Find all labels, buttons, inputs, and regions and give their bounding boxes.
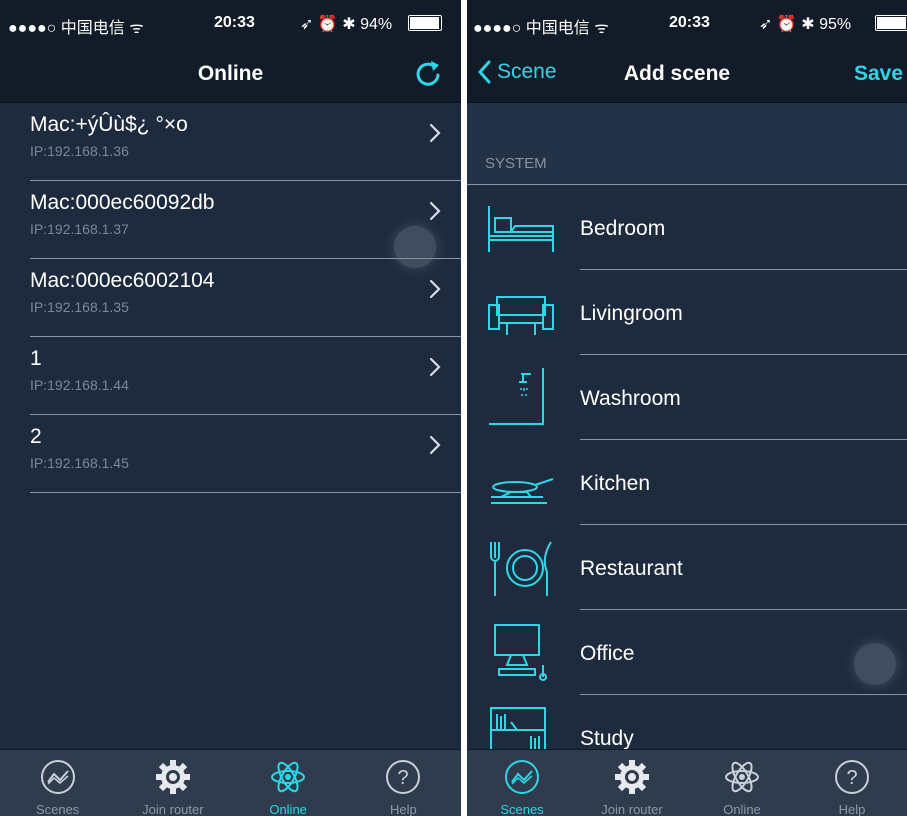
help-icon: ? <box>833 758 871 796</box>
scene-row[interactable]: Restaurant <box>467 525 907 610</box>
carrier-signal: ●●●●○ 中国电信 ᯤ <box>8 20 144 37</box>
tab-label: Join router <box>601 802 663 816</box>
device-ip: IP:192.168.1.36 <box>30 143 129 159</box>
scene-row[interactable]: Office <box>467 610 907 695</box>
scene-name: Office <box>580 642 635 665</box>
tab-help[interactable]: ? Help <box>348 750 458 816</box>
scene-row[interactable]: Kitchen <box>467 440 907 525</box>
scene-name: Study <box>580 727 634 750</box>
help-icon: ? <box>384 758 422 796</box>
device-name: Mac:000ec6002104 <box>30 269 215 292</box>
tab-label: Help <box>838 802 866 816</box>
atom-icon <box>723 758 761 796</box>
scene-name: Kitchen <box>580 472 651 495</box>
tab-help[interactable]: ? Help <box>797 750 907 816</box>
online-screen: ●●●●○ 中国电信 ᯤ 20:33 ➶ ⏰ ✱ 94% Online Mac:… <box>0 0 461 816</box>
device-row[interactable]: Mac:000ec60092db IP:192.168.1.37 <box>0 181 461 259</box>
device-row[interactable]: 1 IP:192.168.1.44 <box>0 337 461 415</box>
scene-row[interactable]: Livingroom <box>467 270 907 355</box>
device-name: 2 <box>30 425 42 448</box>
sofa-icon <box>487 281 555 345</box>
tab-online[interactable]: Online <box>687 750 797 816</box>
atom-icon <box>269 758 307 796</box>
save-button[interactable]: Save <box>854 62 903 86</box>
section-label: SYSTEM <box>485 155 547 172</box>
refresh-icon[interactable] <box>413 58 443 88</box>
shower-icon <box>487 366 555 430</box>
tab-join-router[interactable]: Join router <box>118 750 228 816</box>
tab-bar: Scenes Join router Online? Help <box>467 749 907 816</box>
device-ip: IP:192.168.1.35 <box>30 299 129 315</box>
scenes-icon <box>39 758 77 796</box>
chevron-right-icon <box>429 357 441 377</box>
status-time: 20:33 <box>669 14 710 31</box>
page-title: Add scene <box>623 62 731 85</box>
tab-online[interactable]: Online <box>233 750 343 816</box>
tab-scenes[interactable]: Scenes <box>3 750 113 816</box>
plate-icon <box>487 536 555 600</box>
row-divider <box>30 492 461 493</box>
tab-label: Help <box>390 802 417 816</box>
tab-label: Scenes <box>500 802 544 816</box>
device-name: Mac:000ec60092db <box>30 191 215 214</box>
status-time: 20:33 <box>214 14 255 31</box>
assistive-touch[interactable] <box>854 643 896 685</box>
device-ip: IP:192.168.1.45 <box>30 455 129 471</box>
device-row[interactable]: Mac:+ýÛù$¿ °×o IP:192.168.1.36 <box>0 103 461 181</box>
bed-icon <box>487 196 555 260</box>
svg-text:?: ? <box>846 767 857 789</box>
tab-join-router[interactable]: Join router <box>577 750 687 816</box>
chevron-right-icon <box>429 279 441 299</box>
scene-name: Washroom <box>580 387 681 410</box>
device-row[interactable]: Mac:000ec6002104 IP:192.168.1.35 <box>0 259 461 337</box>
status-right: ➶ ⏰ ✱ 94% <box>300 16 393 33</box>
status-bar: ●●●●○ 中国电信 ᯤ 20:33 ➶ ⏰ ✱ 95% <box>467 0 907 46</box>
scene-name: Bedroom <box>580 217 666 240</box>
page-title: Online <box>197 62 264 85</box>
status-right: ➶ ⏰ ✱ 95% <box>759 16 852 33</box>
gear-icon <box>154 758 192 796</box>
assistive-touch[interactable] <box>394 226 436 268</box>
device-name: Mac:+ýÛù$¿ °×o <box>30 113 188 136</box>
tab-label: Scenes <box>35 802 80 816</box>
battery-icon <box>875 15 907 31</box>
section-header <box>467 103 907 185</box>
scene-row[interactable]: Bedroom <box>467 185 907 270</box>
nav-bar: Scene Add scene Save <box>467 46 907 103</box>
scene-row[interactable]: Washroom <box>467 355 907 440</box>
nav-bar: Online <box>0 46 461 103</box>
tab-label: Join router <box>142 802 204 816</box>
device-name: 1 <box>30 347 42 370</box>
chevron-right-icon <box>429 435 441 455</box>
tab-label: Online <box>269 802 307 816</box>
computer-icon <box>487 621 555 685</box>
battery-icon <box>408 15 442 31</box>
carrier-signal: ●●●●○ 中国电信 ᯤ <box>473 20 609 37</box>
pan-icon <box>487 451 555 515</box>
device-row[interactable]: 2 IP:192.168.1.45 <box>0 415 461 493</box>
add-scene-screen: ●●●●○ 中国电信 ᯤ 20:33 ➶ ⏰ ✱ 95% Scene Add s… <box>467 0 907 816</box>
scene-name: Livingroom <box>580 302 683 325</box>
chevron-right-icon <box>429 201 441 221</box>
device-ip: IP:192.168.1.44 <box>30 377 129 393</box>
gear-icon <box>613 758 651 796</box>
tab-label: Online <box>723 802 761 816</box>
scenes-icon <box>503 758 541 796</box>
tab-bar: Scenes Join router Online? Help <box>0 749 461 816</box>
tab-scenes[interactable]: Scenes <box>467 750 577 816</box>
device-ip: IP:192.168.1.37 <box>30 221 129 237</box>
scene-name: Restaurant <box>580 557 683 580</box>
status-bar: ●●●●○ 中国电信 ᯤ 20:33 ➶ ⏰ ✱ 94% <box>0 0 461 46</box>
svg-text:?: ? <box>398 767 409 789</box>
chevron-right-icon <box>429 123 441 143</box>
